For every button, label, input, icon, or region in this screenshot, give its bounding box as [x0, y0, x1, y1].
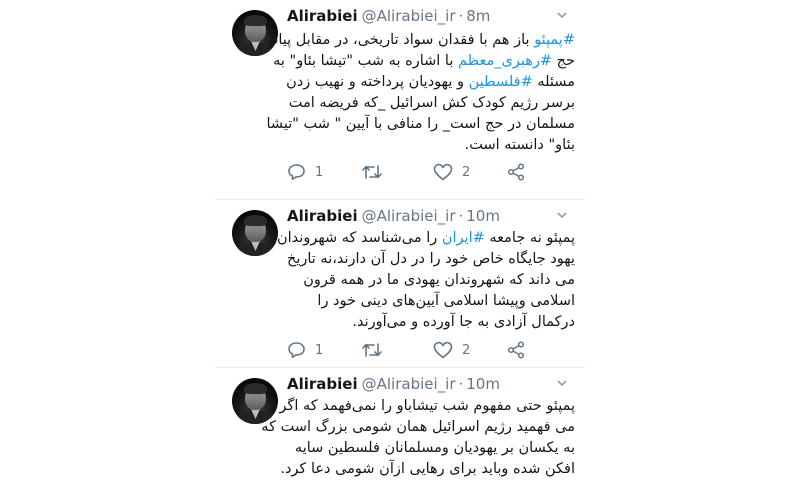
tweet-text-segment: با اشاره به شب "تیشا بئاو" به	[273, 53, 458, 69]
hashtag-link[interactable]: #پمپئو	[534, 32, 575, 48]
hashtag-link[interactable]: #رهبری_معظم	[458, 53, 552, 69]
tweet-text-segment: حج	[552, 53, 575, 69]
retweet-button[interactable]	[361, 162, 392, 182]
tweet-text-segment: می فهمید رژیم اسرائیل همان شومی بزرگ است…	[261, 419, 575, 435]
reply-count: 1	[315, 342, 324, 358]
tweet-text-line: درکمال آزادی به جا آورده و می‌آورند.	[285, 312, 575, 333]
like-count: 2	[462, 164, 471, 180]
tweet-text-line: اسلامی وپیشا اسلامی آیین‌های دینی خود را	[285, 291, 575, 312]
tweet-header: Alirabiei @Alirabiei_ir · 10m	[287, 206, 500, 226]
tweet-header: Alirabiei @Alirabiei_ir · 10m	[287, 374, 500, 394]
tweet[interactable]: Alirabiei @Alirabiei_ir · 10m پمپئو حتی مفه…	[0, 368, 800, 500]
retweet-icon	[362, 343, 382, 357]
retweet-button[interactable]	[361, 340, 392, 360]
like-button[interactable]: 2	[433, 162, 470, 182]
tweet-text-line: مسلمان در حج است_ را منافی با آیین " شب …	[266, 114, 575, 135]
tweet-text-line: پمپئو حتی مفهوم شب تیشاباو را نمی‌فهمد ک…	[279, 396, 575, 417]
hashtag-link[interactable]: #فلسطین	[469, 74, 533, 90]
tweet-header: Alirabiei @Alirabiei_ir · 8m	[287, 6, 490, 26]
tweet-text: پمپئو حتی مفهوم شب تیشاباو را نمی‌فهمد ک…	[261, 396, 575, 480]
tweet-text-line: بئاو" دانسته است.	[285, 135, 575, 156]
timestamp[interactable]: 10m	[466, 207, 500, 225]
chevron-down-icon[interactable]	[557, 380, 567, 387]
reply-button[interactable]: 1	[287, 162, 323, 182]
tweet-text-segment: درکمال آزادی به جا آورده و می‌آورند.	[352, 314, 575, 330]
retweet-icon	[362, 165, 382, 179]
user-handle[interactable]: @Alirabiei_ir	[362, 207, 456, 225]
timestamp[interactable]: 10m	[466, 375, 500, 393]
reply-button[interactable]: 1	[287, 340, 323, 360]
display-name[interactable]: Alirabiei	[287, 375, 358, 393]
tweet-text-segment: برسر رژیم کودک کش اسرائیل _که فریضه امت	[288, 95, 575, 111]
share-button[interactable]	[507, 162, 525, 182]
reply-icon	[288, 164, 305, 180]
tweet-text-segment: پمپئو حتی مفهوم شب تیشاباو را نمی‌فهمد ک…	[279, 398, 575, 414]
tweet-text-line: می داند که شهروندان یهودی ما در همه قرون	[285, 270, 575, 291]
reply-count: 1	[315, 164, 324, 180]
heart-icon	[433, 163, 453, 181]
tweet-text-segment: اسلامی وپیشا اسلامی آیین‌های دینی خود را	[317, 293, 575, 309]
tweet-text-line: برسر رژیم کودک کش اسرائیل _که فریضه امت	[285, 93, 575, 114]
timestamp[interactable]: 8m	[466, 7, 490, 25]
tweet-text-segment: می داند که شهروندان یهودی ما در همه قرون	[303, 272, 575, 288]
tweet-text-segment: باز هم با فقدان سواد تاریخی، در مقابل پی…	[269, 32, 535, 48]
tweet-text: پمپئو نه جامعه #ایران را می‌شناسد که شهر…	[277, 228, 575, 333]
tweet[interactable]: Alirabiei @Alirabiei_ir · 10m پمپئو نه جامع…	[0, 200, 800, 368]
display-name[interactable]: Alirabiei	[287, 207, 358, 225]
separator-dot: ·	[458, 207, 464, 225]
tweet-text-line: مسئله #فلسطین و یهودیان پرداخته و نهیب ز…	[285, 72, 575, 93]
separator-dot: ·	[458, 375, 464, 393]
heart-icon	[433, 341, 453, 359]
chevron-down-icon[interactable]	[557, 12, 567, 19]
tweet-text: #پمپئو باز هم با فقدان سواد تاریخی، در م…	[266, 30, 575, 156]
share-icon	[507, 163, 525, 181]
tweet-text-line: به یکسان بر یهودیان ومسلمانان فلسطین سای…	[285, 438, 575, 459]
separator-dot: ·	[458, 7, 464, 25]
display-name[interactable]: Alirabiei	[287, 7, 358, 25]
hashtag-link[interactable]: #ایران	[442, 230, 485, 246]
tweet-text-line: #پمپئو باز هم با فقدان سواد تاریخی، در م…	[269, 30, 575, 51]
timeline: Alirabiei @Alirabiei_ir · 8m #پمپئو باز هم …	[0, 0, 800, 500]
tweet-text-segment: یهود جایگاه خاص خود را در دل آن دارند،نه…	[286, 251, 575, 267]
tweet-text-segment: پمپئو نه جامعه	[484, 230, 575, 246]
share-icon	[507, 341, 525, 359]
user-handle[interactable]: @Alirabiei_ir	[362, 375, 456, 393]
tweet-text-segment: مسئله	[532, 74, 575, 90]
user-handle[interactable]: @Alirabiei_ir	[362, 7, 456, 25]
avatar[interactable]	[232, 210, 278, 256]
share-button[interactable]	[507, 340, 525, 360]
reply-icon	[288, 342, 305, 358]
tweet-actions: 1 2	[287, 340, 537, 360]
tweet-actions: 1 2	[287, 162, 537, 182]
tweet-text-segment: مسلمان در حج است_ را منافی با آیین " شب …	[266, 116, 575, 132]
chevron-down-icon[interactable]	[557, 212, 567, 219]
like-button[interactable]: 2	[433, 340, 470, 360]
tweet-text-line: یهود جایگاه خاص خود را در دل آن دارند،نه…	[285, 249, 575, 270]
tweet-text-line: حج #رهبری_معظم با اشاره به شب "تیشا بئاو…	[273, 51, 575, 72]
tweet[interactable]: Alirabiei @Alirabiei_ir · 8m #پمپئو باز هم …	[0, 0, 800, 200]
tweet-text-line: می فهمید رژیم اسرائیل همان شومی بزرگ است…	[261, 417, 575, 438]
tweet-text-segment: به یکسان بر یهودیان ومسلمانان فلسطین سای…	[294, 440, 575, 456]
tweet-text-line: افکن شده وباید برای رهایی ازآن شومی دعا …	[280, 459, 575, 480]
tweet-text-segment: را می‌شناسد که شهروندان	[277, 230, 442, 246]
tweet-text-line: پمپئو نه جامعه #ایران را می‌شناسد که شهر…	[277, 228, 575, 249]
like-count: 2	[462, 342, 471, 358]
tweet-text-segment: بئاو" دانسته است.	[464, 137, 575, 153]
tweet-text-segment: افکن شده وباید برای رهایی ازآن شومی دعا …	[280, 461, 575, 477]
tweet-text-segment: و یهودیان پرداخته و نهیب زدن	[286, 74, 469, 90]
